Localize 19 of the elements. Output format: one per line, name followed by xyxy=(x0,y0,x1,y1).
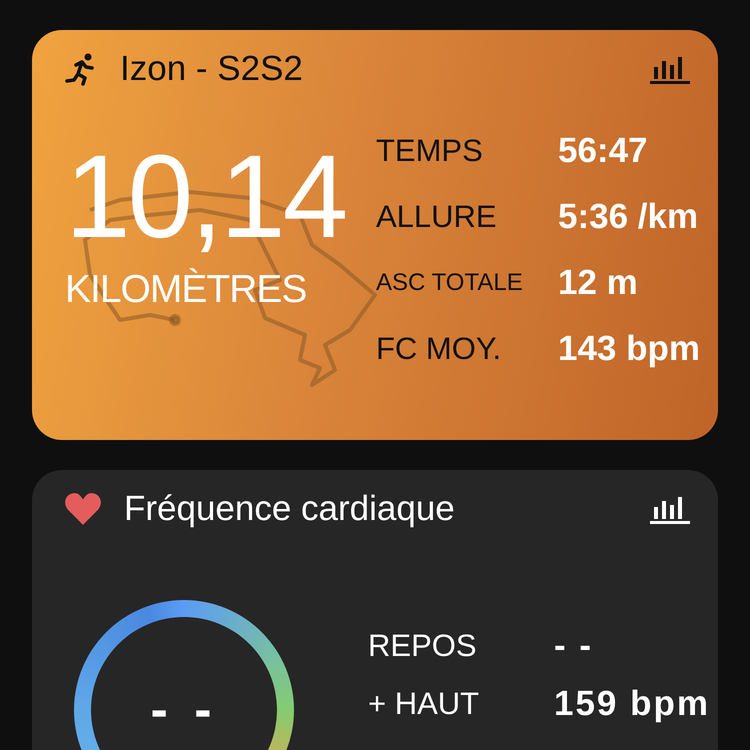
distance-unit: KILOMÈTRES xyxy=(65,268,308,312)
stat-label: FC MOY. xyxy=(376,331,502,367)
heart-rate-title: Fréquence cardiaque xyxy=(124,489,456,529)
activity-card[interactable]: Izon - S2S2 10,14 KILOMÈTRES TEMPS 56:47 ALLURE 5:36 /km ASC TOTALE 12 m FC MOY. 143 bpm xyxy=(32,30,718,440)
heart-icon xyxy=(64,492,102,526)
distance-value: 10,14 xyxy=(65,138,346,256)
stat-label: REPOS xyxy=(368,628,478,664)
stat-label: + HAUT xyxy=(368,686,480,722)
stat-value: 159 bpm xyxy=(554,684,710,724)
stat-label: ASC TOTALE xyxy=(376,269,524,297)
stat-value: - - xyxy=(554,626,594,666)
stat-label: TEMPS xyxy=(376,133,484,169)
stat-value: 56:47 xyxy=(558,131,649,171)
gauge-value: - - xyxy=(150,680,218,740)
stat-value: 143 bpm xyxy=(558,329,700,369)
stat-value: 5:36 /km xyxy=(558,197,700,237)
stat-label: ALLURE xyxy=(376,199,498,235)
activity-title: Izon - S2S2 xyxy=(120,49,304,89)
stat-value: 12 m xyxy=(558,263,639,303)
